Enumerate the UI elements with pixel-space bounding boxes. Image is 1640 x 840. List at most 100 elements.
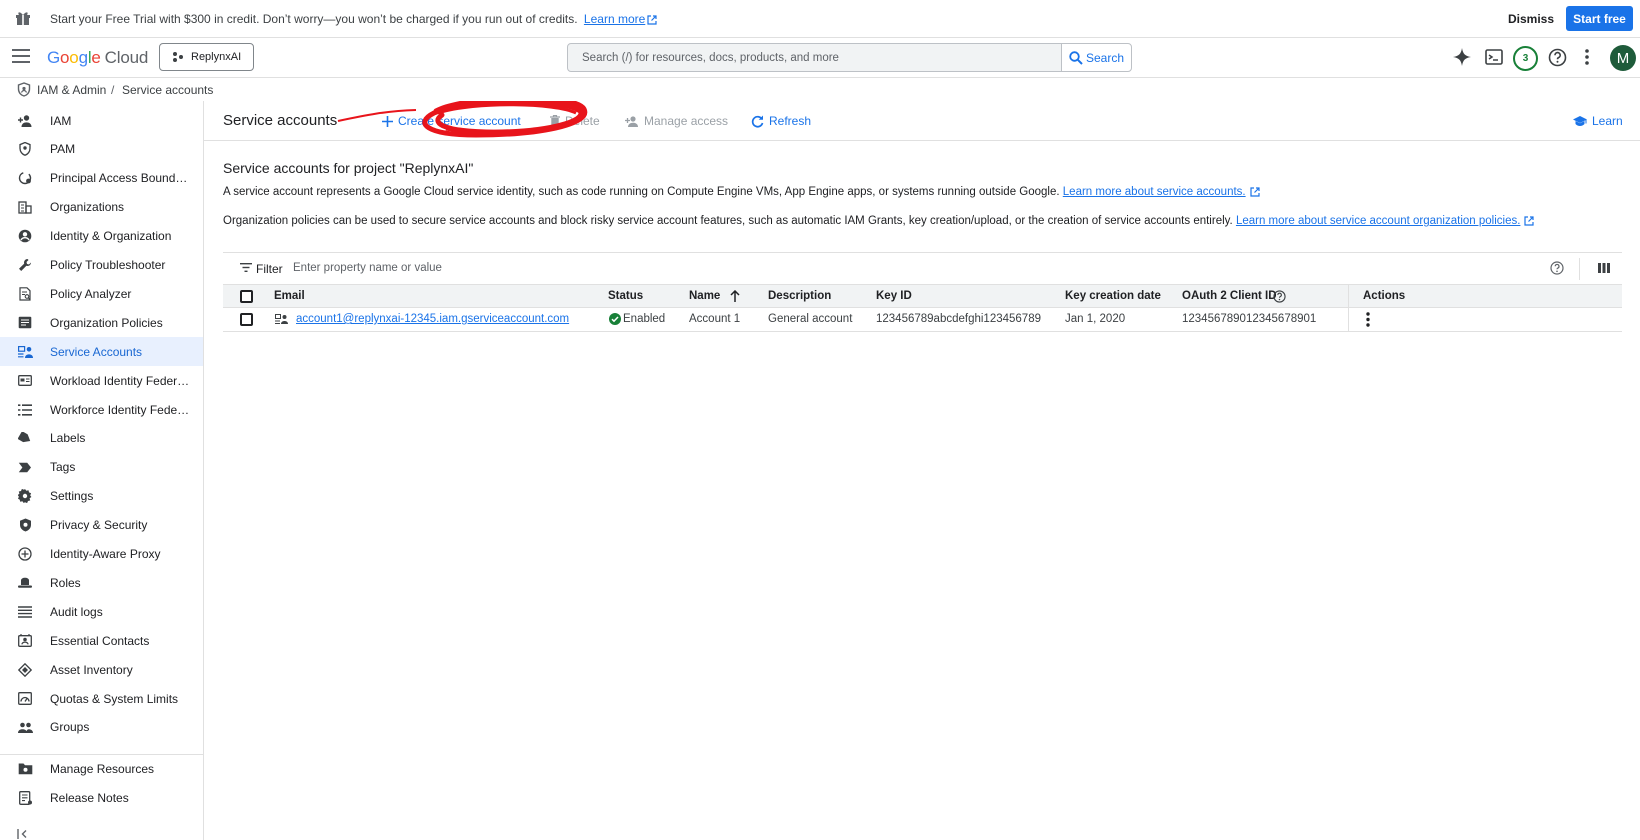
- trash-icon: [550, 115, 560, 127]
- google-cloud-logo[interactable]: Google Cloud: [47, 48, 148, 68]
- sidebar-item-groups[interactable]: Groups: [0, 713, 203, 742]
- sidebar-item-organization-policies[interactable]: Organization Policies: [0, 308, 203, 337]
- help-icon[interactable]: [1273, 290, 1286, 303]
- sidebar-item-organizations[interactable]: Organizations: [0, 193, 203, 222]
- collapse-sidebar-icon[interactable]: [17, 829, 29, 839]
- sidebar-item-policy-analyzer[interactable]: Policy Analyzer: [0, 279, 203, 308]
- sidebar-item-quotas-system-limits[interactable]: Quotas & System Limits: [0, 684, 203, 713]
- sidebar-item-settings[interactable]: Settings: [0, 482, 203, 511]
- search-button[interactable]: Search: [1061, 43, 1132, 72]
- gemini-sparkle-icon[interactable]: [1452, 47, 1472, 67]
- header-key-creation-date[interactable]: Key creation date: [1065, 290, 1161, 302]
- sidebar-item-label: Policy Analyzer: [50, 286, 132, 301]
- sidebar-item-pam[interactable]: PAM: [0, 135, 203, 164]
- tag-icon: [17, 459, 33, 475]
- oauth-id-cell: 123456789012345678901: [1182, 313, 1317, 325]
- trial-banner: Start your Free Trial with $300 in credi…: [0, 0, 1640, 38]
- sidebar-item-roles[interactable]: Roles: [0, 568, 203, 597]
- service-account-email-link[interactable]: account1@replynxai-12345.iam.gserviceacc…: [296, 313, 569, 325]
- sidebar-item-label: Manage Resources: [50, 761, 155, 776]
- sidebar-item-manage-resources[interactable]: Manage Resources: [0, 754, 203, 783]
- project-picker-button[interactable]: ReplynxAI: [159, 43, 254, 71]
- learn-more-org-policies-link[interactable]: Learn more about service account organiz…: [1236, 215, 1520, 227]
- refresh-icon: [751, 115, 764, 128]
- sidebar-item-policy-troubleshooter[interactable]: Policy Troubleshooter: [0, 251, 203, 280]
- sidebar-item-service-accounts[interactable]: Service Accounts: [0, 337, 203, 367]
- check-circle-icon: [609, 313, 621, 325]
- sidebar-item-principal-access-boundary[interactable]: Principal Access Boundary: [0, 164, 203, 193]
- gift-icon: [15, 10, 31, 26]
- gauge-icon: [17, 691, 33, 707]
- release-notes-icon: [17, 790, 33, 806]
- sidebar-item-labels[interactable]: Labels: [0, 424, 203, 453]
- banner-learn-more-link[interactable]: Learn more: [584, 12, 645, 26]
- sidebar-item-identity-aware-proxy[interactable]: Identity-Aware Proxy: [0, 540, 203, 569]
- sidebar-item-privacy-security[interactable]: Privacy & Security: [0, 511, 203, 540]
- sidebar-item-workload-identity-federat[interactable]: Workload Identity Federat...: [0, 366, 203, 395]
- header-email[interactable]: Email: [274, 290, 305, 302]
- filter-icon: [240, 263, 252, 272]
- breadcrumb-iam-admin[interactable]: IAM & Admin: [37, 83, 106, 97]
- shield-icon: [17, 82, 31, 97]
- search-placeholder: Search (/) for resources, docs, products…: [582, 51, 839, 64]
- notifications-count: 3: [1522, 53, 1529, 64]
- filter-input[interactable]: Enter property name or value: [293, 262, 442, 274]
- logo-letter: g: [78, 48, 88, 67]
- header-key-id[interactable]: Key ID: [876, 290, 912, 302]
- header-oauth-client-id[interactable]: OAuth 2 Client ID: [1182, 290, 1277, 302]
- row-checkbox[interactable]: [240, 313, 253, 326]
- table-row: account1@replynxai-12345.iam.gserviceacc…: [223, 308, 1622, 332]
- page-title: Service accounts: [223, 112, 338, 129]
- more-vert-icon[interactable]: [1585, 49, 1589, 65]
- top-header: Google Cloud ReplynxAI Search (/) for res…: [0, 38, 1640, 78]
- dismiss-button[interactable]: Dismiss: [1508, 12, 1554, 26]
- start-free-button[interactable]: Start free: [1566, 6, 1633, 31]
- header-status[interactable]: Status: [608, 290, 643, 302]
- sidebar-item-workforce-identity-federa[interactable]: Workforce Identity Federa...: [0, 395, 203, 424]
- sidebar-item-label: Tags: [50, 460, 76, 475]
- cloud-shell-icon[interactable]: [1485, 48, 1503, 66]
- diamond-icon: [17, 662, 33, 678]
- create-service-account-button[interactable]: Create service account: [382, 114, 521, 128]
- refresh-button[interactable]: Refresh: [751, 114, 811, 128]
- banner-message: Start your Free Trial with $300 in credi…: [50, 12, 657, 26]
- status-text: Enabled: [623, 313, 666, 325]
- sidebar-item-label: Roles: [50, 575, 81, 590]
- sidebar-item-asset-inventory[interactable]: Asset Inventory: [0, 655, 203, 684]
- building-icon: [17, 199, 33, 215]
- sidebar-item-label: Essential Contacts: [50, 633, 150, 648]
- project-name: ReplynxAI: [191, 51, 242, 63]
- search-icon: [1069, 50, 1083, 65]
- sidebar-item-label: Groups: [50, 720, 90, 735]
- select-all-checkbox[interactable]: [240, 290, 253, 303]
- notifications-badge[interactable]: 3: [1513, 46, 1538, 71]
- help-icon[interactable]: [1550, 261, 1564, 275]
- delete-button[interactable]: Delete: [550, 114, 600, 128]
- sidebar-item-essential-contacts[interactable]: Essential Contacts: [0, 626, 203, 655]
- help-icon[interactable]: [1548, 48, 1567, 67]
- sort-arrow-up-icon[interactable]: [730, 290, 740, 302]
- hamburger-menu-icon[interactable]: [12, 49, 30, 63]
- header-name[interactable]: Name: [689, 290, 720, 302]
- search-input[interactable]: Search (/) for resources, docs, products…: [567, 43, 1062, 72]
- sidebar-item-release-notes[interactable]: Release Notes: [0, 783, 203, 812]
- sidebar-item-label: PAM: [50, 142, 76, 157]
- sidebar-item-iam[interactable]: IAM: [0, 106, 203, 135]
- project-icon: [172, 51, 184, 63]
- sidebar-item-label: Workforce Identity Federa...: [50, 402, 190, 417]
- learn-button[interactable]: Learn: [1573, 114, 1623, 128]
- more-vert-icon[interactable]: [1366, 312, 1370, 327]
- learn-more-service-accounts-link[interactable]: Learn more about service accounts.: [1063, 186, 1246, 198]
- sidebar-item-identity-organization[interactable]: Identity & Organization: [0, 222, 203, 251]
- sidebar-item-audit-logs[interactable]: Audit logs: [0, 597, 203, 626]
- person-add-icon: [17, 113, 33, 129]
- sidebar-item-tags[interactable]: Tags: [0, 453, 203, 482]
- manage-access-label: Manage access: [644, 114, 729, 128]
- column-display-icon[interactable]: [1598, 262, 1610, 274]
- manage-access-button[interactable]: Manage access: [625, 114, 728, 128]
- header-description[interactable]: Description: [768, 290, 831, 302]
- list-icon: [17, 402, 33, 418]
- org-policies-description: Organization policies can be used to sec…: [223, 215, 1535, 227]
- banner-text: Start your Free Trial with $300 in credi…: [50, 12, 578, 26]
- avatar[interactable]: M: [1610, 45, 1636, 71]
